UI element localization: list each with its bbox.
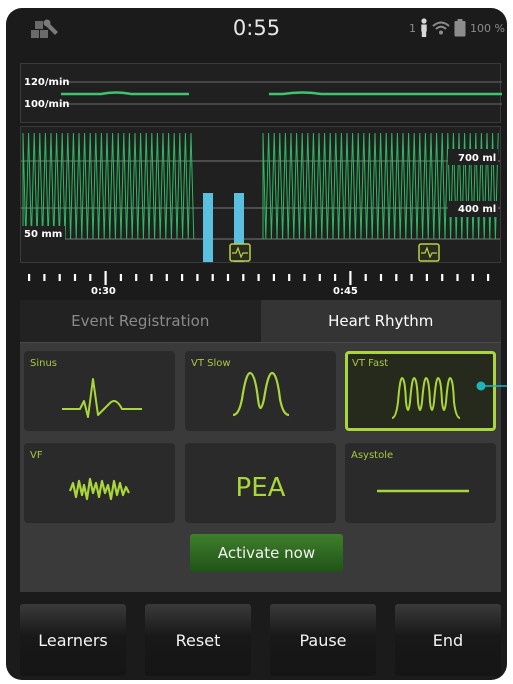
timeline-tick: [349, 271, 352, 285]
rhythm-marker-icon: [229, 243, 251, 262]
timeline-tick: [58, 274, 61, 281]
device-screen: 0:55 1 100 % 120/min 100/min 700 ml 400 …: [6, 8, 507, 680]
pea-label: PEA: [235, 473, 286, 503]
rhythm-card-sinus[interactable]: Sinus: [24, 351, 175, 431]
compression-waveform: 700 ml 400 ml 50 mm: [20, 126, 501, 263]
timeline-tick: [318, 274, 321, 281]
timeline-label: 0:45: [333, 286, 358, 297]
timeline-tick: [43, 274, 46, 281]
timeline-tick: [242, 274, 245, 281]
timeline-tick: [471, 274, 474, 281]
timeline-ruler: 0:30 0:45: [20, 263, 501, 299]
timeline-tick: [165, 274, 168, 281]
timeline-tick: [73, 274, 77, 281]
mode-tabs: Event Registration Heart Rhythm: [20, 300, 501, 342]
person-icon: [421, 18, 427, 37]
timeline-tick: [28, 274, 31, 281]
timeline-tick: [119, 274, 122, 281]
tab-heart-rhythm[interactable]: Heart Rhythm: [260, 300, 501, 342]
volume-label-700: 700 ml: [458, 153, 496, 164]
timeline-tick: [211, 274, 214, 281]
rhythm-card-vt-slow[interactable]: VT Slow: [185, 351, 336, 431]
timeline-tick: [196, 274, 199, 281]
timeline-tick: [272, 274, 275, 281]
vf-waveform-icon: [68, 477, 130, 501]
timeline-tick: [181, 274, 184, 281]
rhythm-marker-icon: [418, 243, 440, 262]
learners-button[interactable]: Learners: [20, 604, 126, 676]
timeline-tick: [487, 274, 490, 281]
timeline-tick: [288, 274, 291, 281]
reset-button[interactable]: Reset: [145, 604, 251, 676]
volume-label-400: 400 ml: [458, 204, 496, 215]
asystole-waveform-icon: [377, 489, 469, 493]
activate-now-button[interactable]: Activate now: [190, 534, 343, 572]
depth-label: 50 mm: [24, 229, 62, 240]
wifi-icon: [432, 21, 450, 35]
timeline-tick: [303, 274, 306, 281]
timeline-tick: [104, 271, 107, 285]
timeline-tick: [425, 274, 428, 281]
vt-slow-waveform-icon: [232, 371, 290, 417]
timeline-label: 0:30: [91, 286, 116, 297]
timeline-tick: [150, 274, 153, 281]
tab-event-registration[interactable]: Event Registration: [20, 300, 261, 342]
rhythm-card-pea[interactable]: PEA: [185, 443, 336, 523]
timeline-tick: [379, 274, 383, 281]
callout-pointer: [476, 381, 507, 391]
heart-rate-trend: 120/min 100/min: [20, 63, 502, 123]
timeline-tick: [226, 274, 230, 281]
pause-button[interactable]: Pause: [270, 604, 376, 676]
person-count: 1: [409, 21, 417, 35]
rhythm-card-vt-fast[interactable]: VT Fast: [345, 351, 496, 431]
sinus-waveform-icon: [62, 378, 142, 418]
timeline-tick: [364, 274, 367, 281]
rhythm-panel: Sinus VT Slow VT Fast VF PEA Asystole Ac…: [20, 342, 501, 592]
trend-lower-label: 100/min: [24, 99, 70, 110]
trend-upper-label: 120/min: [24, 77, 70, 88]
battery-level: 100 %: [470, 21, 505, 35]
battery-icon: [454, 19, 466, 37]
status-bar: 0:55 1 100 %: [6, 8, 507, 52]
timeline-tick: [257, 274, 260, 281]
control-bar: Learners Reset Pause End: [20, 604, 501, 676]
timeline-tick: [441, 274, 444, 281]
status-indicators: 1 100 %: [409, 18, 505, 38]
timeline-tick: [135, 274, 138, 281]
rhythm-card-asystole[interactable]: Asystole: [345, 443, 496, 523]
ventilation-bar: [203, 193, 213, 262]
timeline-tick: [334, 274, 337, 281]
rhythm-card-vf[interactable]: VF: [24, 443, 175, 523]
timeline-tick: [456, 274, 459, 281]
end-button[interactable]: End: [395, 604, 501, 676]
timeline-tick: [395, 274, 398, 281]
timeline-tick: [410, 274, 413, 281]
timeline-tick: [89, 274, 92, 281]
